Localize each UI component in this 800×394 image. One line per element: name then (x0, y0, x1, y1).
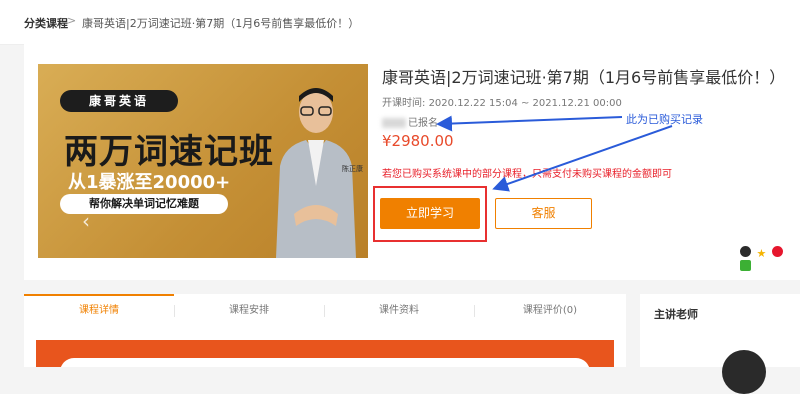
course-detail-image (36, 340, 614, 367)
share-icons: ★ (740, 246, 800, 274)
star-icon[interactable]: ★ (757, 247, 767, 260)
wechat-icon[interactable] (740, 260, 751, 271)
teacher-sidebar (640, 294, 800, 367)
tab-course-detail[interactable]: 课程详情 (24, 294, 174, 328)
tab-course-reviews[interactable]: 课程评价(0) (474, 294, 626, 328)
tab-course-materials[interactable]: 课件资料 (324, 294, 474, 328)
weibo-icon[interactable] (771, 246, 783, 257)
tab-course-schedule[interactable]: 课程安排 (174, 294, 324, 328)
qq-icon[interactable] (740, 246, 751, 257)
detail-image-panel (60, 358, 590, 367)
teacher-avatar[interactable] (722, 350, 766, 394)
teacher-section-title: 主讲老师 (654, 308, 698, 321)
